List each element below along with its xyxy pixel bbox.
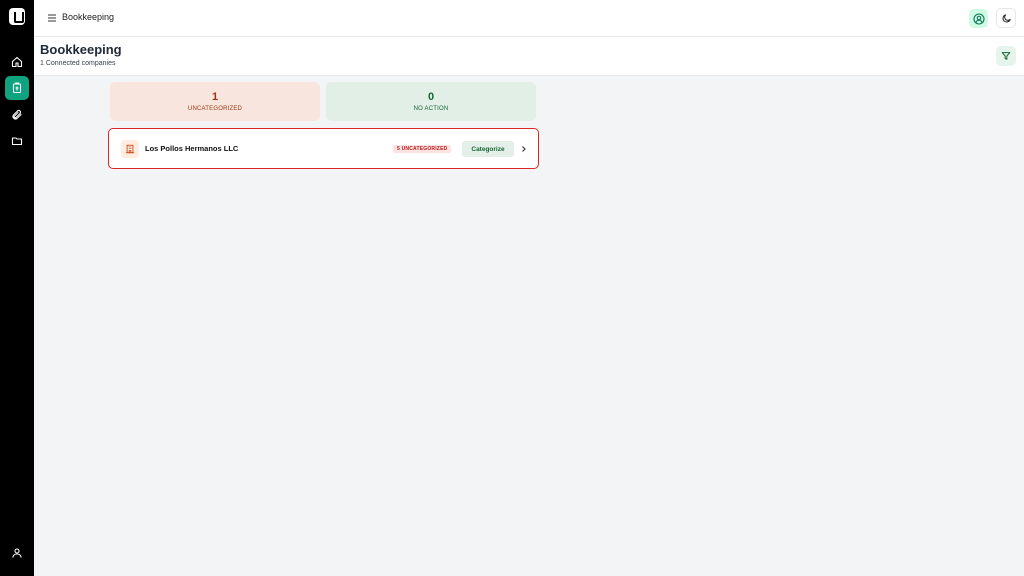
filter-button[interactable] (996, 46, 1016, 66)
uncategorized-badge: 5 UNCATEGORIZED (393, 145, 452, 153)
sidebar (0, 0, 34, 576)
home-icon (11, 56, 23, 68)
sidebar-item-profile[interactable] (5, 541, 29, 565)
topbar-title: Bookkeeping (62, 12, 115, 22)
company-building-icon (121, 140, 139, 158)
connected-companies-count: 1 Connected companies (40, 60, 116, 67)
paperclip-icon (12, 109, 22, 120)
account-button[interactable] (969, 9, 988, 28)
uncategorized-label: UNCATEGORIZED (187, 106, 243, 112)
user-icon (12, 548, 22, 558)
categorize-button[interactable]: Categorize (462, 141, 514, 157)
sidebar-item-bookkeeping[interactable] (5, 76, 29, 100)
page-title: Bookkeeping (40, 42, 122, 57)
no-action-label: NO ACTION (413, 106, 449, 112)
folder-icon (11, 137, 23, 146)
no-action-stat-card[interactable]: 0 NO ACTION (326, 82, 536, 121)
app-logo[interactable] (9, 8, 25, 25)
moon-icon (1002, 13, 1011, 22)
uncategorized-count: 1 (211, 91, 219, 103)
company-row[interactable]: Los Pollos Hermanos LLC 5 UNCATEGORIZED … (108, 128, 539, 169)
user-circle-icon (972, 12, 985, 25)
top-bar: Bookkeeping (34, 0, 1024, 37)
no-action-count: 0 (427, 91, 435, 103)
sidebar-item-files[interactable] (5, 129, 29, 153)
filter-icon (1001, 52, 1011, 60)
bookkeeping-icon (12, 82, 22, 94)
company-name: Los Pollos Hermanos LLC (145, 144, 239, 153)
theme-toggle-button[interactable] (996, 8, 1016, 28)
hamburger-menu-icon[interactable] (47, 13, 57, 23)
sidebar-item-home[interactable] (5, 50, 29, 74)
uncategorized-stat-card[interactable]: 1 UNCATEGORIZED (110, 82, 320, 121)
chevron-right-icon[interactable] (520, 143, 528, 155)
page-header: Bookkeeping 1 Connected companies (34, 37, 1024, 76)
sidebar-item-attachments[interactable] (5, 103, 29, 127)
